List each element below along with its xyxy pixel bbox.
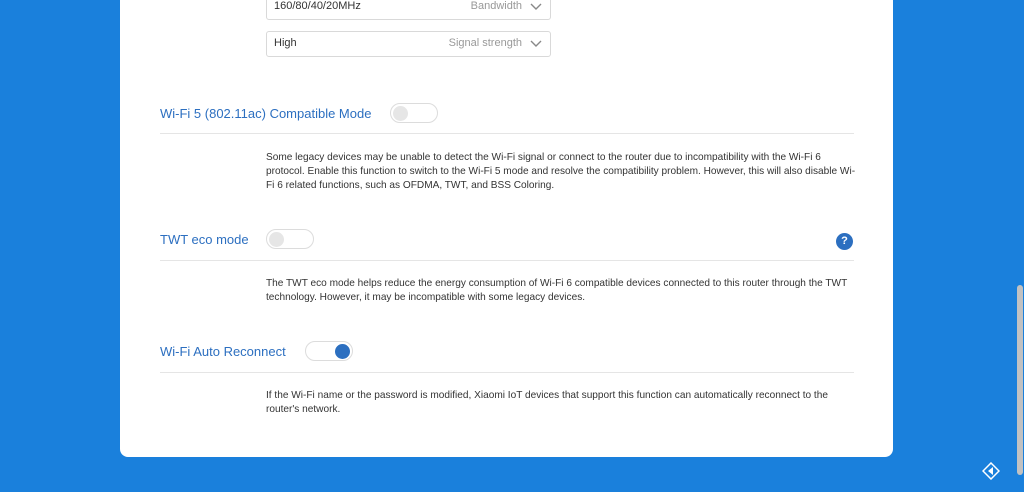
wifi-auto-reconnect-title: Wi-Fi Auto Reconnect	[160, 344, 286, 359]
bandwidth-select[interactable]: 160/80/40/20MHz Bandwidth	[266, 0, 551, 20]
signal-strength-select[interactable]: High Signal strength	[266, 31, 551, 57]
scrollbar-thumb[interactable]	[1017, 285, 1023, 475]
toggle-knob	[393, 106, 408, 121]
twt-description: The TWT eco mode helps reduce the energy…	[266, 278, 848, 303]
wifi5-description: Some legacy devices may be unable to det…	[266, 152, 856, 191]
signal-strength-label: Signal strength	[448, 37, 522, 49]
twt-eco-mode-title: TWT eco mode	[160, 232, 249, 247]
toggle-knob	[269, 232, 284, 247]
chevron-down-icon	[530, 40, 542, 47]
help-icon[interactable]: ?	[836, 233, 853, 250]
toggle-knob	[335, 344, 350, 359]
divider	[160, 133, 854, 134]
bandwidth-label: Bandwidth	[470, 0, 522, 12]
scrollbar[interactable]	[1016, 0, 1024, 492]
twt-eco-mode-toggle[interactable]	[266, 229, 314, 249]
divider	[160, 372, 854, 373]
divider	[160, 260, 854, 261]
feedback-icon[interactable]	[982, 462, 1000, 480]
signal-strength-value: High	[274, 37, 297, 49]
auto-reconnect-description: If the Wi-Fi name or the password is mod…	[266, 390, 828, 415]
bandwidth-value: 160/80/40/20MHz	[274, 0, 361, 12]
wifi5-compatible-mode-toggle[interactable]	[390, 103, 438, 123]
settings-card: 160/80/40/20MHz Bandwidth High Signal st…	[120, 0, 893, 457]
wifi-auto-reconnect-toggle[interactable]	[305, 341, 353, 361]
wifi5-compatible-mode-title: Wi-Fi 5 (802.11ac) Compatible Mode	[160, 106, 372, 121]
chevron-down-icon	[530, 3, 542, 10]
